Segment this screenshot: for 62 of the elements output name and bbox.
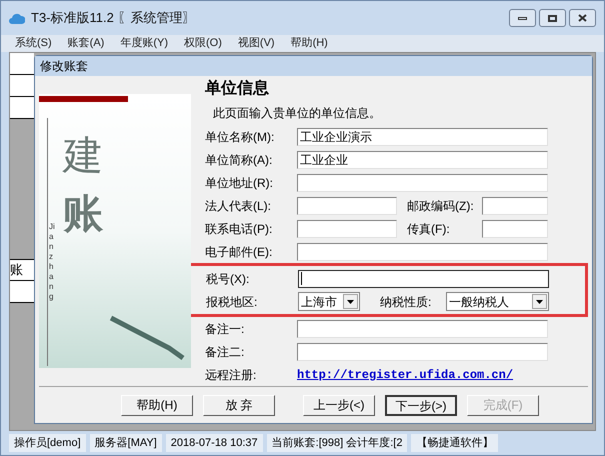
input-field[interactable]: [482, 196, 548, 214]
menu-item[interactable]: 权限(O): [184, 37, 222, 50]
field-label: 联系电话(P):: [205, 220, 274, 238]
close-icon: [578, 14, 587, 22]
minimize-icon: [518, 16, 527, 20]
field-label: 税号(X):: [206, 270, 250, 288]
grid-cell: [10, 53, 34, 75]
minimize-button[interactable]: [509, 9, 536, 27]
dialog-title: 修改账套: [40, 58, 88, 75]
input-field[interactable]: [482, 220, 548, 238]
field-label: 电子邮件(E):: [205, 244, 274, 260]
dropdown[interactable]: 一般纳税人: [446, 292, 549, 311]
input-field[interactable]: 工业企业演示: [297, 128, 548, 146]
status-bar-field: 操作员[demo]: [9, 434, 86, 452]
grid-cell: [10, 97, 34, 119]
field-label: 报税地区:: [206, 294, 258, 310]
field-label: 纳税性质:: [380, 294, 432, 310]
intro-text: 此页面输入贵单位的单位信息。: [212, 105, 382, 122]
maximize-icon: [548, 14, 557, 22]
menu-item[interactable]: 帮助(H): [290, 37, 328, 50]
status-bar-field: 【畅捷通软件】: [411, 434, 498, 452]
maximize-button[interactable]: [539, 9, 566, 27]
input-field[interactable]: 工业企业: [297, 150, 548, 168]
dialog-button[interactable]: 下一步(>): [385, 394, 457, 416]
status-bar-field: 服务器[MAY]: [90, 434, 162, 452]
menu-item[interactable]: 视图(V): [238, 37, 275, 50]
input-field[interactable]: [297, 342, 548, 360]
menu-item[interactable]: 系统(S): [15, 37, 52, 50]
input-field[interactable]: [297, 220, 397, 238]
field-label: 单位简称(A):: [205, 152, 274, 168]
field-label: 邮政编码(Z):: [407, 198, 475, 214]
title-character: 账: [63, 192, 103, 236]
menu-item[interactable]: 年度账(Y): [120, 37, 168, 50]
field-label: 备注一:: [205, 320, 246, 338]
input-field[interactable]: [297, 196, 397, 214]
dialog-button[interactable]: 帮助(H): [121, 394, 193, 416]
grid-cell: [10, 75, 34, 97]
window-title: T3-标准版11.2 〖系统管理〗: [31, 9, 196, 28]
field-label: 单位地址(R):: [205, 174, 274, 192]
dropdown[interactable]: 上海市: [298, 292, 360, 311]
menu-item[interactable]: 账套(A): [68, 37, 104, 50]
field-label: 传真(F):: [407, 220, 451, 238]
title-character: 建: [63, 134, 103, 178]
close-button[interactable]: [569, 9, 596, 27]
status-bar-field: 当前账套:[998] 会计年度:[2: [266, 434, 408, 452]
cloud-icon: [9, 11, 25, 25]
field-label: 单位名称(M):: [205, 128, 276, 146]
dialog-button[interactable]: 上一步(<): [303, 394, 375, 416]
field-label: 备注二:: [205, 344, 246, 360]
input-field[interactable]: [297, 174, 548, 192]
field-label: 法人代表(L):: [205, 198, 272, 214]
field-label: 远程注册:: [205, 366, 258, 384]
input-field[interactable]: [297, 320, 548, 338]
grid-cell: [10, 281, 34, 303]
dialog-button[interactable]: 放 弃: [203, 394, 275, 416]
pinyin-text: Jianzhang: [49, 222, 56, 302]
input-field[interactable]: [298, 270, 549, 288]
section-heading: 单位信息: [205, 78, 270, 99]
status-bar-field: 2018-07-18 10:37: [166, 434, 263, 452]
grid-cell: 账: [10, 259, 34, 281]
register-link[interactable]: http://tregister.ufida.com.cn/: [297, 366, 514, 384]
input-field[interactable]: [297, 242, 548, 260]
